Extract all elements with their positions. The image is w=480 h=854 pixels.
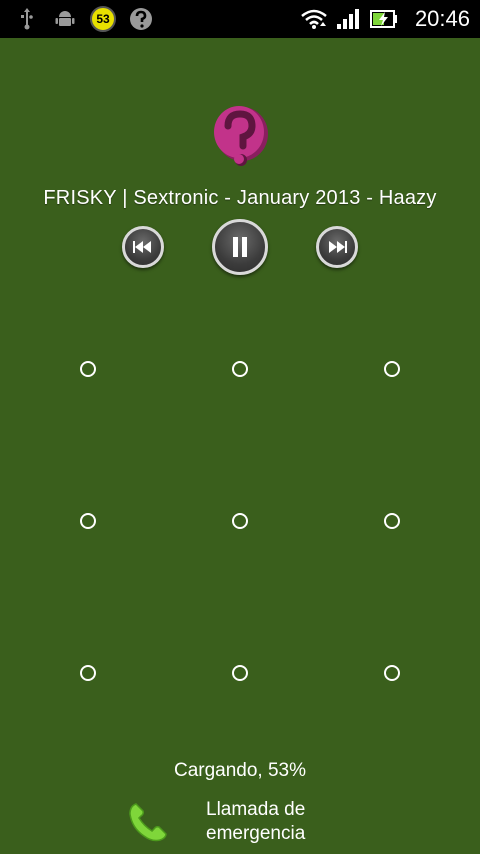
charging-status: Cargando, 53%	[173, 760, 307, 781]
pattern-dot[interactable]	[232, 513, 248, 529]
previous-icon	[133, 241, 151, 253]
pattern-dot[interactable]	[384, 665, 400, 681]
emergency-label-line1: Llamada de	[206, 799, 306, 820]
signal-icon	[335, 6, 361, 32]
frisky-logo-icon	[210, 104, 272, 172]
next-track-button[interactable]	[316, 226, 358, 268]
status-bar: 53 20:46	[0, 0, 480, 38]
pattern-dot[interactable]	[384, 513, 400, 529]
track-title: FRISKY | Sextronic - January 2013 - Haaz…	[43, 187, 437, 209]
notification-count-badge: 53	[90, 6, 116, 32]
pattern-dot[interactable]	[80, 665, 96, 681]
next-icon	[329, 241, 347, 253]
android-debug-icon	[52, 6, 78, 32]
wifi-icon	[301, 6, 327, 32]
pause-icon	[233, 237, 247, 257]
emergency-call-button[interactable]: Llamada de emergencia	[120, 796, 360, 848]
pattern-dot[interactable]	[80, 361, 96, 377]
emergency-label-line2: emergencia	[206, 823, 306, 844]
question-app-icon	[128, 6, 154, 32]
battery-charging-icon	[369, 6, 399, 32]
emergency-call-label: Llamada de emergencia	[206, 798, 346, 846]
pause-button[interactable]	[212, 219, 268, 275]
pattern-dot[interactable]	[80, 513, 96, 529]
pattern-dot[interactable]	[232, 665, 248, 681]
pattern-dot[interactable]	[232, 361, 248, 377]
phone-icon	[126, 800, 170, 844]
previous-track-button[interactable]	[122, 226, 164, 268]
lock-screen: 53 20:46 FRISKY | Sextronic - January 20…	[0, 0, 480, 854]
pattern-dot[interactable]	[384, 361, 400, 377]
status-bar-notifications: 53	[14, 0, 154, 38]
usb-icon	[14, 6, 40, 32]
status-bar-system: 20:46	[301, 0, 470, 38]
status-clock: 20:46	[414, 6, 470, 31]
